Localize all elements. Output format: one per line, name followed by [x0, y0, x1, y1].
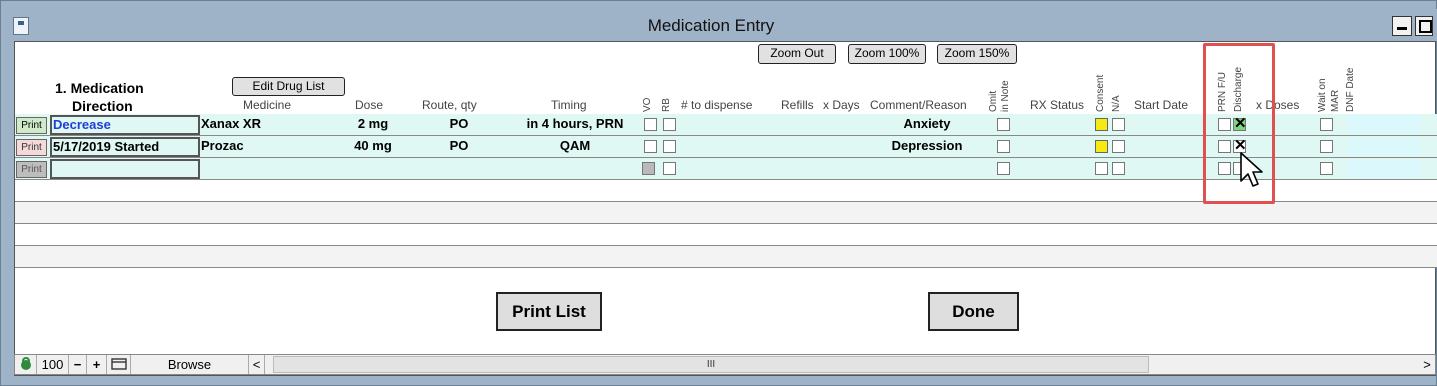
edit-drug-list-button[interactable]: Edit Drug List [232, 77, 345, 96]
wait-on-mar-checkbox[interactable] [1320, 140, 1333, 153]
print-list-button[interactable]: Print List [496, 292, 602, 331]
header-rx-status: RX Status [1030, 98, 1085, 112]
header-start-date: Start Date [1134, 98, 1189, 112]
na-checkbox[interactable] [1112, 162, 1125, 175]
rb-checkbox[interactable] [663, 118, 676, 131]
dnf-date-field[interactable] [1348, 160, 1420, 177]
print-row-button[interactable]: Print [16, 161, 47, 178]
wait-on-mar-checkbox[interactable] [1320, 162, 1333, 175]
zoom-150-button[interactable]: Zoom 150% [937, 44, 1017, 64]
header-dnf-date: DNF Date [1345, 67, 1356, 112]
scroll-thumb[interactable]: III [273, 356, 1149, 373]
header-rb: RB [661, 98, 672, 112]
header-direction: Direction [72, 98, 133, 114]
status-toolbar-icon[interactable] [107, 355, 131, 374]
medication-entry-window: Medication Entry Zoom Out Zoom 100% Zoom… [0, 0, 1437, 386]
header-comment: Comment/Reason [870, 98, 967, 112]
medicine-field[interactable]: Prozac [201, 136, 337, 158]
comment-field[interactable]: Depression [867, 136, 987, 158]
zoom-in-icon[interactable]: + [87, 355, 107, 374]
print-row-button[interactable]: Print [16, 117, 47, 134]
omit-checkbox[interactable] [997, 162, 1010, 175]
scroll-left-icon[interactable]: < [249, 355, 265, 374]
zoom-out-icon[interactable]: − [69, 355, 87, 374]
header-medication: 1. Medication [55, 80, 144, 96]
table-row [15, 202, 1437, 224]
header-consent: Consent [1095, 74, 1106, 112]
header-route: Route, qty [422, 98, 477, 112]
omit-checkbox[interactable] [997, 118, 1010, 131]
medicine-field[interactable]: Xanax XR [201, 114, 337, 136]
route-field[interactable]: PO [409, 136, 509, 158]
header-na: N/A [1111, 95, 1122, 112]
consent-checkbox[interactable] [1095, 162, 1108, 175]
maximize-button[interactable] [1415, 16, 1433, 36]
rb-checkbox[interactable] [663, 140, 676, 153]
scroll-right-icon[interactable]: > [1419, 355, 1435, 374]
direction-field[interactable]: 5/17/2019 Started [50, 137, 200, 157]
mouse-cursor-icon [1240, 152, 1263, 187]
table-row [15, 246, 1437, 268]
title-bar: Medication Entry [1, 9, 1437, 41]
status-bar: 100 − + Browse < III > [14, 354, 1436, 375]
minimize-button[interactable] [1392, 16, 1412, 36]
done-button[interactable]: Done [928, 292, 1019, 331]
header-omit: Omit [988, 90, 999, 112]
consent-checkbox[interactable] [1095, 118, 1108, 131]
header-dose: Dose [355, 98, 384, 112]
comment-field[interactable]: Anxiety [867, 114, 987, 136]
header-in-note: in Note [1000, 80, 1011, 112]
vo-checkbox[interactable] [644, 118, 657, 131]
window-title: Medication Entry [647, 16, 775, 35]
lock-icon[interactable] [15, 355, 37, 374]
zoom-out-button[interactable]: Zoom Out [758, 44, 836, 64]
print-row-button[interactable]: Print [16, 139, 47, 156]
header-vo: VO [642, 97, 653, 112]
rb-checkbox[interactable] [663, 162, 676, 175]
dose-field[interactable]: 40 mg [338, 136, 408, 158]
header-mar: MAR [1330, 89, 1341, 112]
header-medicine: Medicine [243, 98, 292, 112]
zoom-100-button[interactable]: Zoom 100% [848, 44, 926, 64]
browse-mode[interactable]: Browse [131, 355, 249, 374]
table-row [15, 224, 1437, 246]
timing-field[interactable]: in 4 hours, PRN [510, 114, 640, 136]
header-x-days: x Days [823, 98, 860, 112]
horizontal-scrollbar[interactable]: III [265, 355, 1433, 374]
dose-field[interactable]: 2 mg [338, 114, 408, 136]
na-checkbox[interactable] [1112, 118, 1125, 131]
omit-checkbox[interactable] [997, 140, 1010, 153]
header-refills: Refills [781, 98, 814, 112]
header-to-dispense: # to dispense [681, 98, 753, 112]
direction-field[interactable] [50, 159, 200, 179]
header-timing: Timing [551, 98, 587, 112]
na-checkbox[interactable] [1112, 140, 1125, 153]
direction-field[interactable]: Decrease [50, 115, 200, 135]
vo-checkbox[interactable] [642, 162, 655, 175]
header-wait-on: Wait on [1317, 78, 1328, 112]
route-field[interactable]: PO [409, 114, 509, 136]
zoom-level[interactable]: 100 [37, 355, 69, 374]
timing-field[interactable]: QAM [510, 136, 640, 158]
dnf-date-field[interactable] [1348, 138, 1420, 155]
consent-checkbox[interactable] [1095, 140, 1108, 153]
wait-on-mar-checkbox[interactable] [1320, 118, 1333, 131]
dnf-date-field[interactable] [1348, 116, 1420, 133]
vo-checkbox[interactable] [644, 140, 657, 153]
